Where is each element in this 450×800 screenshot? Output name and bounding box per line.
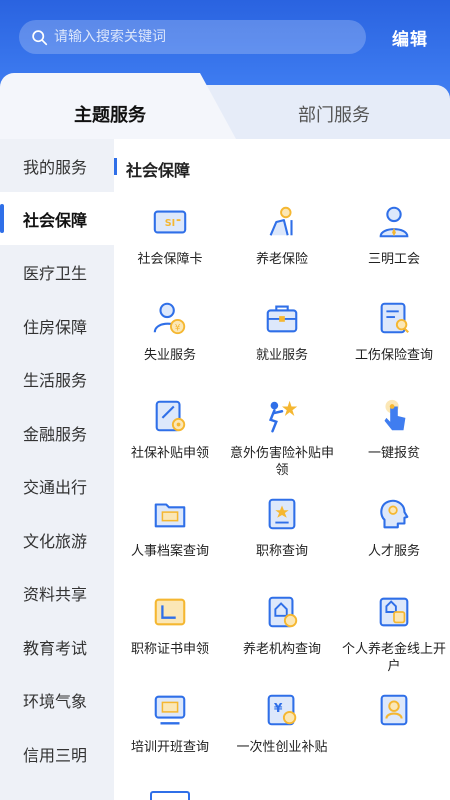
unemployment-icon: ¥ — [153, 302, 186, 335]
service-label: 失业服务 — [143, 348, 196, 363]
svg-text:SI: SI — [165, 218, 175, 229]
service-label: 一次性创业补贴 — [236, 740, 328, 755]
sidebar-item-environment[interactable]: 环境气象 — [0, 673, 114, 726]
search-input[interactable] — [54, 29, 334, 45]
category-sidebar: 我的服务 社会保障 医疗卫生 住房保障 生活服务 金融服务 交通出行 文化旅游 … — [0, 139, 114, 800]
trade-union-icon — [379, 206, 409, 238]
service-label: 一键报贫 — [367, 446, 420, 461]
service-unemployment[interactable]: ¥ 失业服务 — [114, 299, 226, 364]
tab-department-services[interactable]: 部门服务 — [298, 101, 370, 127]
service-label: 人才服务 — [367, 544, 420, 559]
social-security-card-icon: SI — [153, 210, 187, 234]
service-label: 人事档案查询 — [130, 544, 209, 559]
service-injury-insurance-query[interactable]: 工伤保险查询 — [338, 299, 450, 364]
service-label: 工伤保险查询 — [354, 348, 433, 363]
sidebar-item-education[interactable]: 教育考试 — [0, 620, 114, 673]
pension-insurance-icon — [269, 206, 293, 236]
service-label: 养老机构查询 — [242, 642, 321, 657]
service-startup-subsidy[interactable]: ¥ 一次性创业补贴 — [226, 691, 338, 756]
sidebar-item-social-security[interactable]: 社会保障 — [0, 192, 114, 245]
service-elderly-institution[interactable]: 养老机构查询 — [226, 593, 338, 658]
svg-text:¥: ¥ — [274, 701, 283, 715]
service-social-security-card[interactable]: SI 社会保障卡 — [114, 203, 226, 268]
service-personnel-file[interactable]: 人事档案查询 — [114, 495, 226, 560]
sidebar-item-credit[interactable]: 信用三明 — [0, 727, 114, 780]
service-label: 养老保险 — [255, 252, 308, 267]
service-label: 社会保障卡 — [137, 252, 203, 267]
certificate-claim-icon — [154, 598, 186, 626]
service-label: 三明工会 — [367, 252, 420, 267]
service-employment[interactable]: 就业服务 — [226, 299, 338, 364]
training-icon — [154, 695, 186, 725]
service-label: 职称证书申领 — [130, 642, 209, 657]
edit-button[interactable]: 编辑 — [392, 25, 428, 50]
sidebar-item-life-services[interactable]: 生活服务 — [0, 352, 114, 405]
service-pension-account[interactable]: 个人养老金线上开户 — [338, 593, 450, 675]
talent-service-icon — [380, 499, 409, 529]
service-title-query[interactable]: 职称查询 — [226, 495, 338, 560]
svg-text:¥: ¥ — [175, 323, 181, 333]
personnel-file-icon — [154, 503, 186, 528]
service-talent[interactable]: 人才服务 — [338, 495, 450, 560]
service-content: 社会保障 SI 社会保障卡 养老保险 三明工会 ¥ 失业服务 就业服务 工伤保险… — [114, 139, 450, 800]
partial-service-icon — [150, 791, 190, 800]
service-label: 培训开班查询 — [130, 740, 209, 755]
service-pension-insurance[interactable]: 养老保险 — [226, 203, 338, 268]
service-tabs: 主题服务 部门服务 — [0, 73, 450, 139]
sidebar-item-my-services[interactable]: 我的服务 — [0, 139, 114, 192]
service-subsidy-claim[interactable]: 社保补贴申领 — [114, 397, 226, 462]
service-one-click-report[interactable]: 一键报贫 — [338, 397, 450, 462]
sidebar-item-culture-tourism[interactable]: 文化旅游 — [0, 513, 114, 566]
service-accident-insurance[interactable]: 意外伤害险补贴申领 — [226, 397, 338, 479]
employment-briefcase-icon — [266, 305, 298, 333]
tab-theme-services[interactable]: 主题服务 — [74, 101, 146, 127]
service-label: 意外伤害险补贴申领 — [230, 446, 335, 478]
service-certificate-claim[interactable]: 职称证书申领 — [114, 593, 226, 658]
search-icon — [32, 29, 48, 45]
accident-insurance-icon — [268, 400, 298, 433]
sidebar-item-medical[interactable]: 医疗卫生 — [0, 245, 114, 298]
search-bar[interactable] — [19, 20, 366, 54]
elderly-institution-icon — [268, 596, 298, 628]
title-query-icon — [268, 498, 296, 530]
service-label: 职称查询 — [255, 544, 308, 559]
startup-subsidy-icon: ¥ — [267, 694, 297, 726]
one-click-report-icon — [384, 399, 406, 431]
id-badge-icon — [380, 694, 408, 726]
sidebar-item-data-sharing[interactable]: 资料共享 — [0, 566, 114, 619]
section-title: 社会保障 — [114, 157, 190, 181]
service-label: 社保补贴申领 — [130, 446, 209, 461]
service-trade-union[interactable]: 三明工会 — [338, 203, 450, 268]
subsidy-claim-icon — [155, 400, 186, 432]
pension-account-icon — [379, 597, 409, 627]
sidebar-item-transport[interactable]: 交通出行 — [0, 459, 114, 512]
service-id-badge[interactable] — [338, 691, 450, 739]
sidebar-item-housing[interactable]: 住房保障 — [0, 299, 114, 352]
injury-insurance-query-icon — [380, 302, 409, 334]
service-training[interactable]: 培训开班查询 — [114, 691, 226, 756]
service-label: 个人养老金线上开户 — [342, 642, 447, 674]
sidebar-item-finance[interactable]: 金融服务 — [0, 406, 114, 459]
service-label: 就业服务 — [255, 348, 308, 363]
